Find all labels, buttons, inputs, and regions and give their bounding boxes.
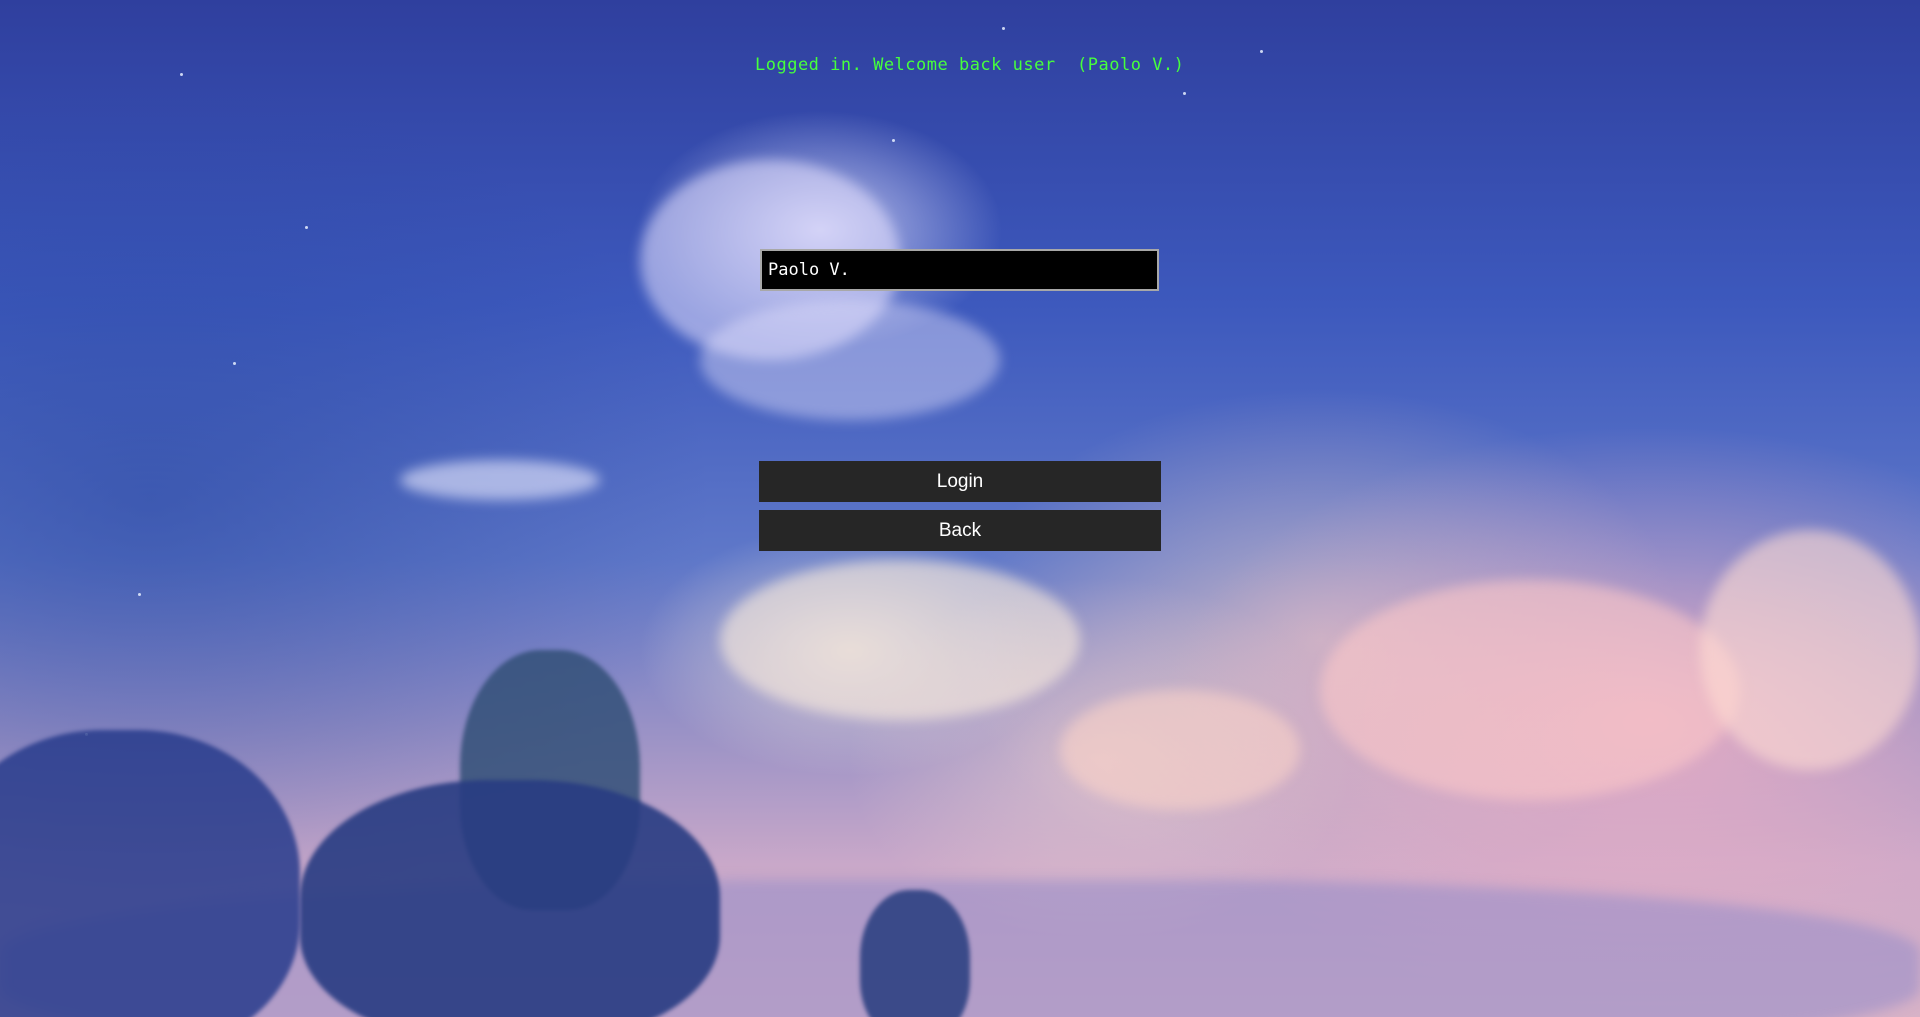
tree-decoration xyxy=(860,890,970,1017)
tree-decoration xyxy=(300,780,720,1017)
login-status-message: Logged in. Welcome back user (Paolo V.) xyxy=(755,55,1185,75)
cloud-decoration xyxy=(1320,580,1740,800)
tree-decoration xyxy=(0,730,300,1017)
cloud-decoration xyxy=(1700,530,1920,770)
cloud-decoration xyxy=(700,300,1000,420)
cloud-decoration xyxy=(720,560,1080,720)
sky-background xyxy=(0,0,1920,1017)
login-button[interactable]: Login xyxy=(759,461,1161,502)
cloud-decoration xyxy=(400,460,600,500)
username-input[interactable] xyxy=(760,249,1159,291)
cloud-decoration xyxy=(1060,690,1300,810)
back-button[interactable]: Back xyxy=(759,510,1161,551)
